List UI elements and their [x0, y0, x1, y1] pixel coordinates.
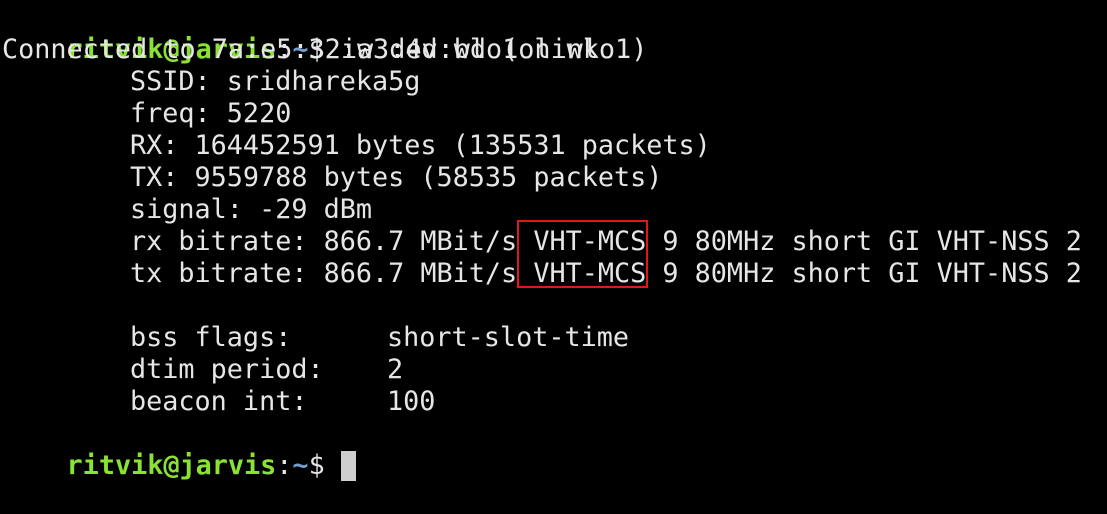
output-ssid-line: SSID: sridhareka5g [2, 66, 420, 98]
terminal-window[interactable]: ritvik@jarvis:~$ iw dev wlo1 link Connec… [0, 0, 1107, 481]
output-rx: RX: 164452591 bytes (135531 packets) [130, 130, 711, 161]
rx-bitrate-post: 9 80MHz short GI VHT-NSS 2 [646, 226, 1082, 257]
dtim-period-key: dtim period: [130, 354, 324, 385]
dtim-period-value: 2 [387, 354, 404, 385]
tx-bitrate-pre: tx bitrate: 866.7 MBit/s [130, 258, 534, 289]
output-freq: freq: 5220 [130, 98, 292, 129]
command-line: ritvik@jarvis:~$ iw dev wlo1 link [2, 2, 599, 65]
output-dtim-line: dtim period: 2 [2, 354, 403, 386]
output-signal-line: signal: -29 dBm [2, 194, 372, 226]
output-tx-line: TX: 9559788 bytes (58535 packets) [2, 162, 662, 194]
prompt-user-host-2: ritvik@jarvis [66, 450, 277, 481]
prompt-colon-2: : [276, 450, 293, 481]
output-connected: Connected to 7a:e5:32:a3:4d:bd (on wlo1) [2, 34, 648, 65]
rx-bitrate-pre: rx bitrate: 866.7 MBit/s [130, 226, 534, 257]
tx-bitrate-post: 9 80MHz short GI VHT-NSS 2 [646, 258, 1082, 289]
terminal-cursor[interactable] [340, 451, 356, 481]
highlight-annotation-box [517, 220, 648, 288]
bss-flags-key: bss flags: [130, 322, 292, 353]
output-freq-line: freq: 5220 [2, 98, 291, 130]
output-bss-flags-line: bss flags: short-slot-time [2, 322, 629, 354]
output-beacon-line: beacon int: 100 [2, 386, 435, 418]
output-tx: TX: 9559788 bytes (58535 packets) [130, 162, 663, 193]
beacon-int-key: beacon int: [130, 386, 308, 417]
prompt-line[interactable]: ritvik@jarvis:~$ [2, 418, 356, 481]
bss-flags-value: short-slot-time [387, 322, 629, 353]
prompt-path-2: ~ [292, 450, 309, 481]
beacon-int-value: 100 [387, 386, 436, 417]
prompt-dollar-2: $ [308, 450, 325, 481]
output-ssid: SSID: sridhareka5g [130, 66, 421, 97]
output-rx-line: RX: 164452591 bytes (135531 packets) [2, 130, 711, 162]
output-signal: signal: -29 dBm [130, 194, 372, 225]
